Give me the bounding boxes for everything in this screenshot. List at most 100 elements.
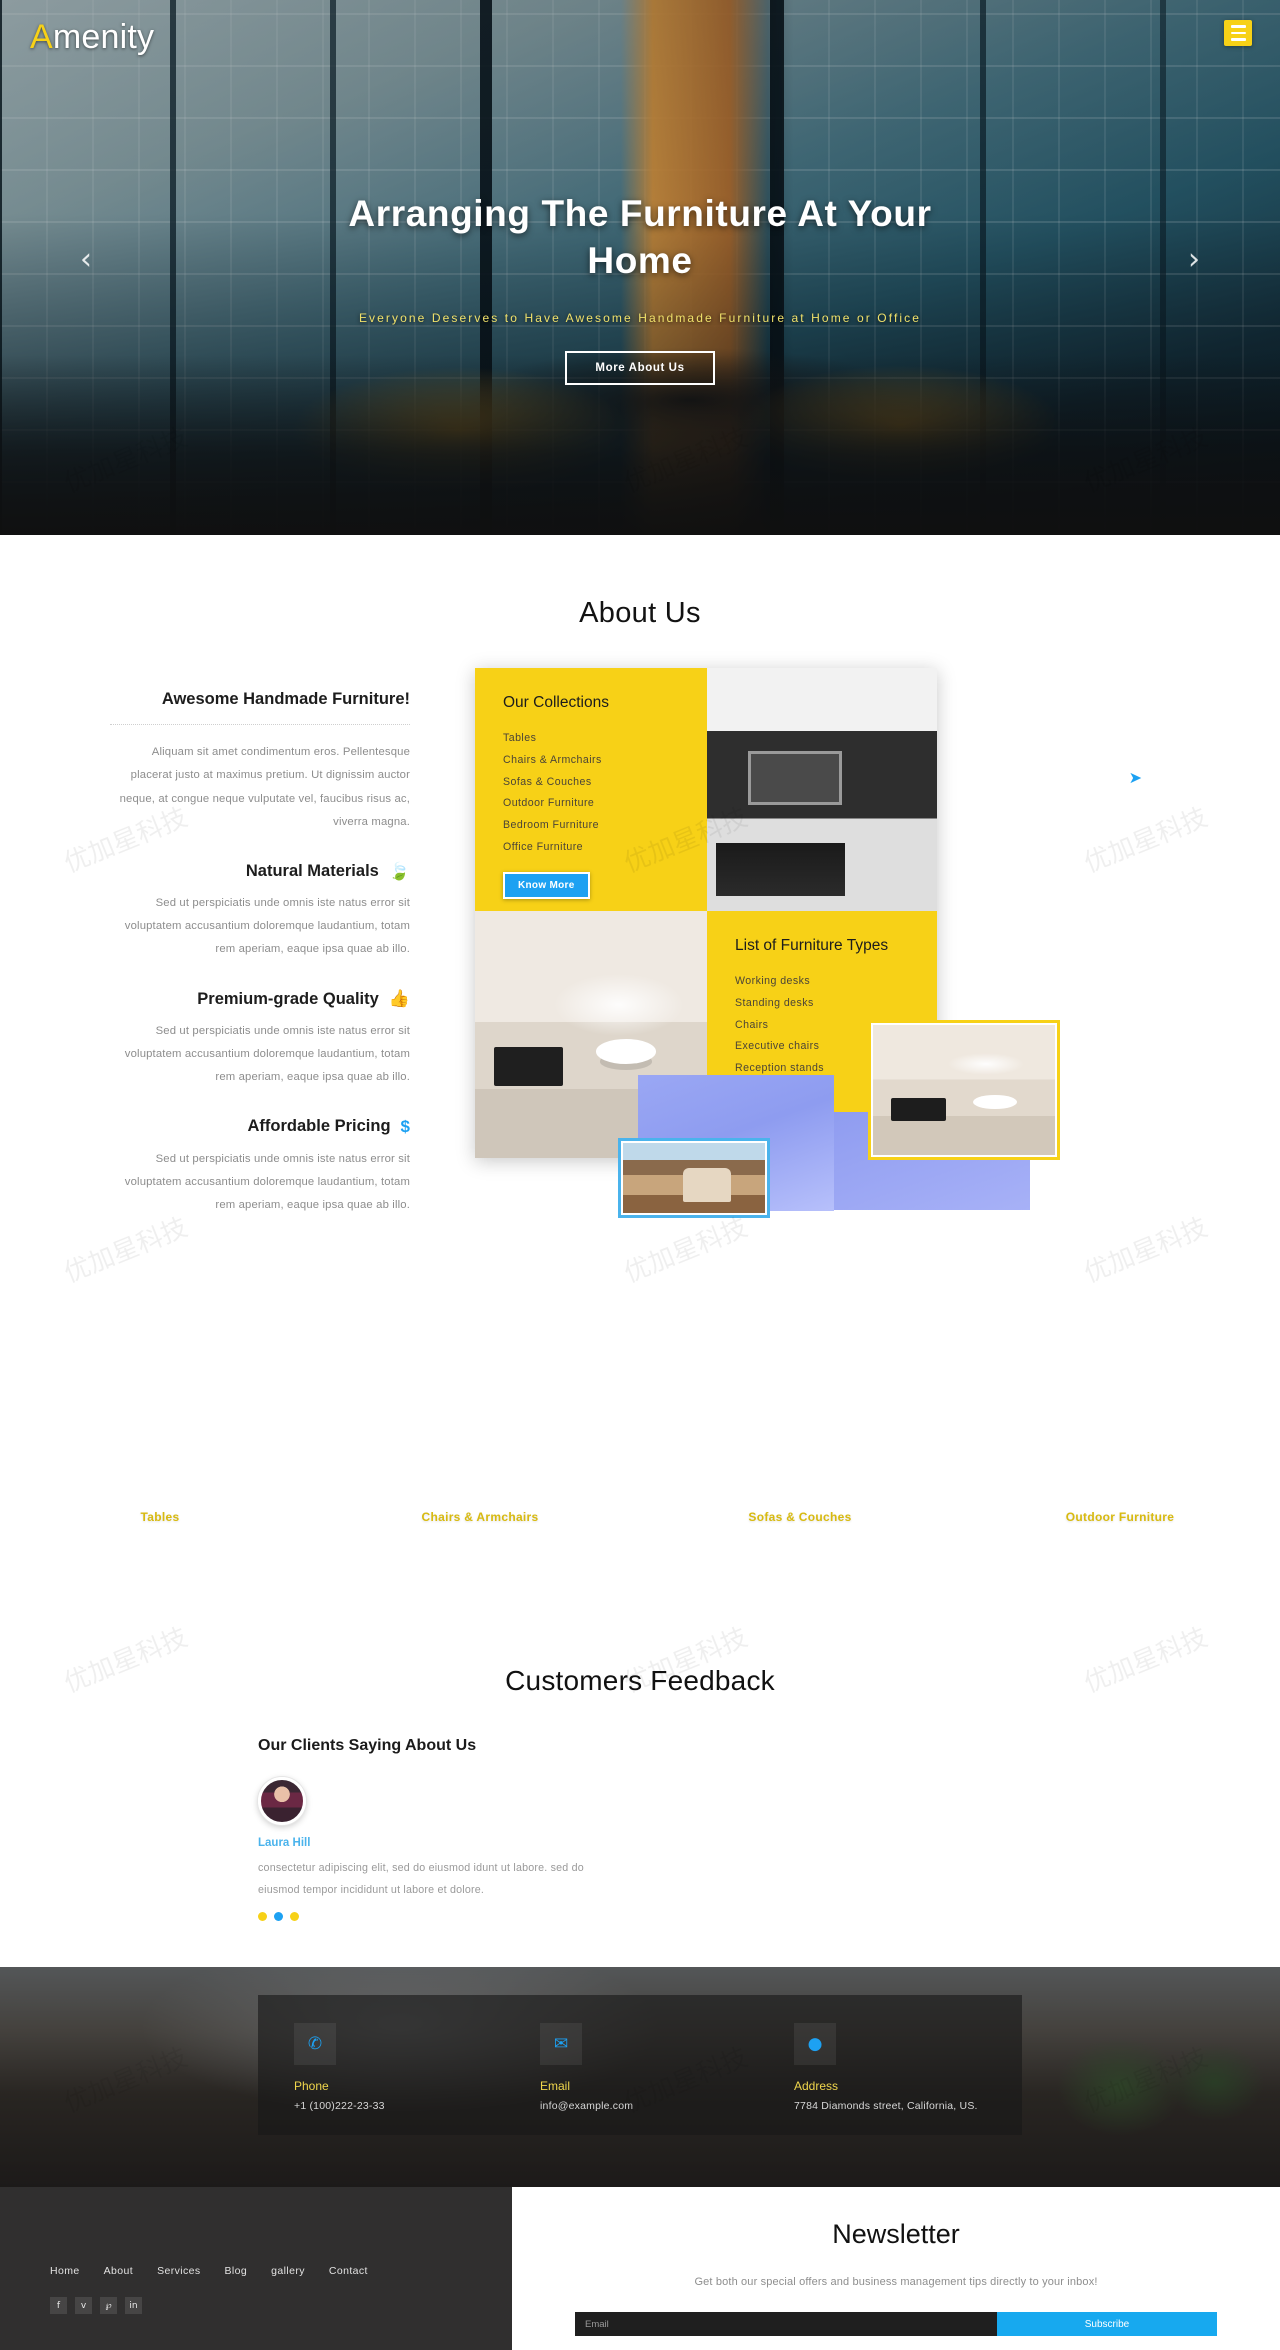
linkedin-icon[interactable]: in: [125, 2297, 142, 2315]
footer-link-contact[interactable]: Contact: [329, 2265, 368, 2277]
list-item[interactable]: Bedroom Furniture: [503, 815, 707, 837]
logo-rest: menity: [52, 18, 155, 56]
divider: [110, 724, 410, 726]
customers-feedback-section: Customers Feedback Our Clients Saying Ab…: [0, 1637, 1280, 1967]
dining-room-photo-framed: [868, 1020, 1060, 1160]
newsletter-form: Subscribe: [575, 2312, 1217, 2337]
phone-icon: ✆: [294, 2023, 336, 2066]
carousel-prev-icon[interactable]: ‹: [80, 245, 92, 275]
category-outdoor-furniture[interactable]: Outdoor Furniture: [960, 1397, 1280, 1637]
contact-label: Phone: [294, 2079, 329, 2094]
testimonial-block: Our Clients Saying About Us Laura Hill c…: [258, 1737, 628, 1921]
feature-body: Sed ut perspiciatis unde omnis iste natu…: [124, 1024, 410, 1084]
feature-title: Natural Materials 🍃: [110, 860, 410, 882]
living-room-photo: [707, 668, 937, 911]
feature-label: Natural Materials: [245, 861, 379, 880]
scroll-top-icon[interactable]: ➤: [1129, 768, 1142, 788]
lounge-chair-photo: [623, 1143, 765, 1213]
carousel-dot-3[interactable]: [290, 1911, 299, 1921]
feature-label: Premium-grade Quality: [197, 989, 379, 1008]
contact-value[interactable]: +1 (100)222-23-33: [294, 2100, 385, 2112]
our-collections-card: Our Collections Tables Chairs & Armchair…: [475, 668, 707, 911]
carousel-dots: [258, 1911, 628, 1921]
contact-label: Email: [540, 2079, 571, 2094]
newsletter-title: Newsletter: [832, 2219, 960, 2250]
more-about-us-button[interactable]: More About Us: [565, 350, 715, 385]
avatar: [258, 1777, 306, 1826]
our-collections-title: Our Collections: [503, 694, 609, 711]
feature-body: Sed ut perspiciatis unde omnis iste natu…: [124, 1152, 410, 1211]
category-chairs-armchairs[interactable]: Chairs & Armchairs: [320, 1397, 640, 1637]
category-sofas-couches[interactable]: Sofas & Couches: [640, 1397, 960, 1637]
about-title: About Us: [579, 597, 701, 629]
pinterest-icon[interactable]: ℘: [100, 2297, 117, 2315]
list-item[interactable]: Sofas & Couches: [503, 772, 707, 794]
menu-bar-1: [1230, 25, 1246, 28]
mail-icon: ✉: [540, 2023, 582, 2066]
email-field[interactable]: [575, 2312, 997, 2337]
contact-band: ✆ Phone +1 (100)222-23-33 ✉ Email info@e…: [0, 1967, 1280, 2188]
newsletter-panel: Newsletter Get both our special offers a…: [512, 2187, 1280, 2350]
site-logo[interactable]: Amenity: [30, 18, 154, 57]
footer-link-gallery[interactable]: gallery: [271, 2265, 305, 2277]
feature-affordable-pricing: Affordable Pricing $ Sed ut perspiciatis…: [110, 1115, 410, 1217]
about-heading: Awesome Handmade Furniture!: [161, 690, 410, 708]
dollar-icon: $: [400, 1116, 410, 1136]
contact-value[interactable]: info@example.com: [540, 2100, 633, 2112]
carousel-dot-2[interactable]: [274, 1911, 283, 1921]
our-collections-list: Tables Chairs & Armchairs Sofas & Couche…: [503, 728, 707, 859]
leaf-icon: 🍃: [388, 861, 410, 881]
footer-link-about[interactable]: About: [104, 2265, 133, 2277]
feedback-title: Customers Feedback: [505, 1665, 775, 1697]
carousel-dot-1[interactable]: [258, 1911, 267, 1921]
furniture-types-title: List of Furniture Types: [735, 937, 889, 954]
list-item[interactable]: Standing desks: [735, 993, 937, 1015]
category-tables[interactable]: Tables: [0, 1397, 320, 1637]
subscribe-button[interactable]: Subscribe: [997, 2312, 1217, 2337]
feature-natural-materials: Natural Materials 🍃 Sed ut perspiciatis …: [110, 860, 410, 962]
footer-link-home[interactable]: Home: [50, 2265, 80, 2277]
menu-bar-3: [1230, 38, 1246, 41]
feature-body: Sed ut perspiciatis unde omnis iste natu…: [124, 897, 410, 956]
list-item[interactable]: Chairs & Armchairs: [503, 750, 707, 772]
newsletter-subtitle: Get both our special offers and business…: [694, 2276, 1098, 2289]
twitter-icon[interactable]: ᴠ: [75, 2297, 92, 2315]
list-item[interactable]: Office Furniture: [503, 837, 707, 859]
hero-section: Amenity ‹ › Arranging The Furniture At Y…: [0, 0, 1280, 535]
hero-content: Arranging The Furniture At Your Home Eve…: [0, 190, 1280, 385]
menu-bar-2: [1230, 31, 1246, 35]
category-label: Sofas & Couches: [748, 1510, 852, 1525]
feature-title: Premium-grade Quality 👍: [110, 988, 410, 1010]
thumbs-up-icon: 👍: [388, 989, 410, 1009]
list-item[interactable]: Tables: [503, 728, 707, 750]
hero-subtitle: Everyone Deserves to Have Awesome Handma…: [358, 310, 922, 325]
about-intro-text: Aliquam sit amet condimentum eros. Pelle…: [119, 746, 410, 828]
collections-know-more-button[interactable]: Know More: [503, 871, 590, 899]
about-left-column: Awesome Handmade Furniture! Aliquam sit …: [110, 668, 410, 1217]
contact-phone: ✆ Phone +1 (100)222-23-33: [294, 2023, 385, 2112]
footer: Home About Services Blog gallery Contact…: [0, 2187, 1280, 2350]
footer-nav: Home About Services Blog gallery Contact: [50, 2265, 368, 2277]
list-item[interactable]: Outdoor Furniture: [503, 793, 707, 815]
contact-label: Address: [794, 2079, 839, 2094]
client-name: Laura Hill: [258, 1837, 311, 1850]
location-pin-icon: ●: [794, 2023, 836, 2066]
feature-premium-quality: Premium-grade Quality 👍 Sed ut perspicia…: [110, 988, 410, 1090]
footer-link-services[interactable]: Services: [157, 2265, 200, 2277]
category-label: Tables: [140, 1510, 180, 1525]
feature-label: Affordable Pricing: [247, 1117, 391, 1136]
hero-title: Arranging The Furniture At Your Home: [348, 193, 932, 282]
carousel-next-icon[interactable]: ›: [1188, 245, 1200, 275]
footer-link-blog[interactable]: Blog: [225, 2265, 248, 2277]
logo-first-letter: A: [30, 18, 53, 56]
contact-email: ✉ Email info@example.com: [540, 2023, 633, 2112]
hamburger-menu-icon[interactable]: [1224, 20, 1252, 46]
category-strip: Tables Chairs & Armchairs Sofas & Couche…: [0, 1397, 1280, 1637]
contact-card: ✆ Phone +1 (100)222-23-33 ✉ Email info@e…: [258, 1995, 1022, 2136]
list-item[interactable]: Working desks: [735, 971, 937, 993]
facebook-icon[interactable]: f: [50, 2297, 67, 2315]
testimonial-subtitle: Our Clients Saying About Us: [258, 1737, 477, 1755]
contact-value: 7784 Diamonds street, California, US.: [794, 2100, 978, 2113]
contact-address: ● Address 7784 Diamonds street, Californ…: [794, 2023, 978, 2112]
lounge-photo-framed: [618, 1138, 770, 1218]
